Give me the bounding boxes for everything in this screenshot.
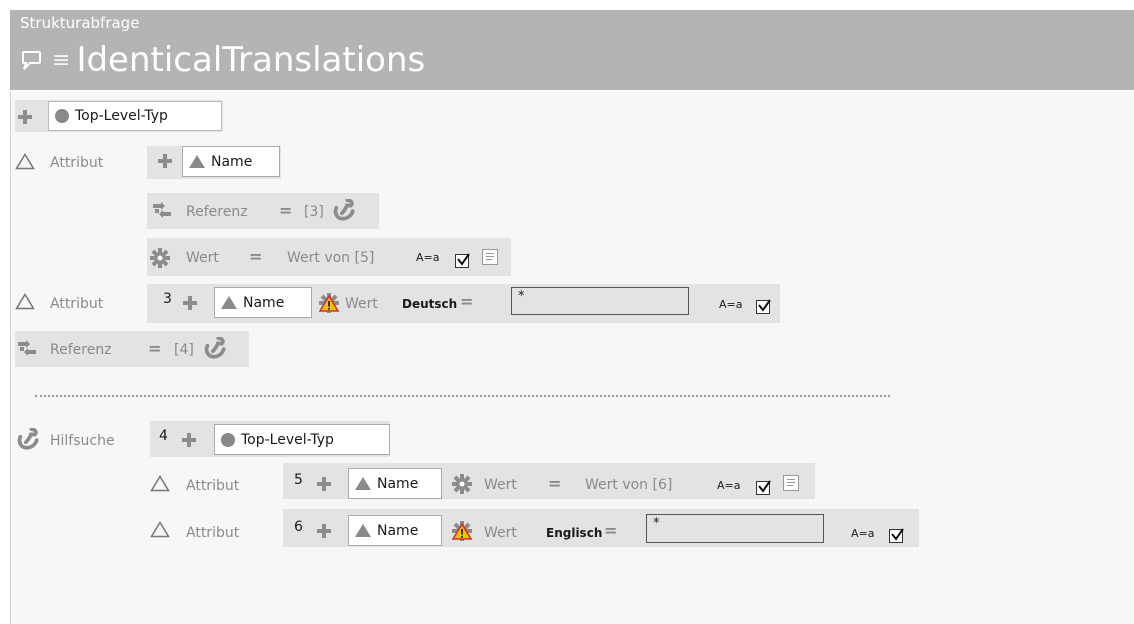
query-header: Strukturabfrage ≡ IdenticalTranslations xyxy=(10,10,1134,90)
query-icon[interactable] xyxy=(20,49,42,71)
anchor-icon xyxy=(16,428,40,450)
attr3-name-node[interactable]: Name xyxy=(348,468,442,499)
add-root-icon[interactable] xyxy=(18,110,32,124)
hilfsuche-label: Hilfsuche xyxy=(50,433,115,449)
ref2-target[interactable]: [4] xyxy=(174,342,194,358)
add-attr4-icon[interactable] xyxy=(317,524,331,538)
attr2-name-node[interactable]: Name xyxy=(214,287,312,318)
attr3-equals: = xyxy=(548,474,562,493)
attr1-name-node[interactable]: Name xyxy=(182,146,280,177)
hilf-type-node[interactable]: Top-Level-Typ xyxy=(214,424,390,455)
gear-icon xyxy=(150,248,170,268)
name-triangle-icon xyxy=(355,524,371,537)
ref1-equals: = xyxy=(279,201,293,220)
menu-icon[interactable]: ≡ xyxy=(52,48,70,73)
ref2-label: Referenz xyxy=(50,342,112,358)
attr3-number: 5 xyxy=(294,472,303,488)
attr1-label: Attribut xyxy=(50,155,104,171)
document-icon[interactable] xyxy=(482,249,498,265)
ref1-target[interactable]: [3] xyxy=(304,204,324,220)
add-attr1-icon[interactable] xyxy=(158,154,172,168)
attr4-language[interactable]: Englisch xyxy=(546,526,602,540)
attr4-wert: Wert xyxy=(484,525,517,541)
reference-icon xyxy=(17,340,37,358)
attribute-triangle-icon xyxy=(15,153,35,170)
reference-icon xyxy=(152,202,172,220)
anchor-icon[interactable] xyxy=(203,337,227,359)
attr4-case: A=a xyxy=(851,527,875,540)
attr4-case-checkbox[interactable] xyxy=(889,529,903,543)
ref1-label: Referenz xyxy=(186,204,248,220)
warning-gear-icon xyxy=(319,293,339,313)
hilf-number: 4 xyxy=(159,428,168,444)
name-triangle-icon xyxy=(189,155,205,168)
attr2-label: Attribut xyxy=(50,296,104,312)
attr4-name-label: Name xyxy=(377,522,419,539)
attr2-value-field[interactable]: * xyxy=(511,287,689,315)
add-hilf-icon[interactable] xyxy=(182,433,196,447)
attr2-case-checkbox[interactable] xyxy=(756,300,770,314)
page-title-row: ≡ IdenticalTranslations xyxy=(20,40,425,80)
attr1-name-label: Name xyxy=(211,153,253,170)
page-title: IdenticalTranslations xyxy=(76,40,426,80)
attr2-wert: Wert xyxy=(345,296,378,312)
attr3-source[interactable]: Wert von [6] xyxy=(585,477,672,493)
anchor-icon[interactable] xyxy=(332,199,356,221)
separator xyxy=(35,395,890,398)
add-attr3-icon[interactable] xyxy=(317,477,331,491)
ref2-equals: = xyxy=(148,339,162,358)
attr4-equals: = xyxy=(604,521,618,540)
type-circle-icon xyxy=(55,109,69,123)
wert1-case: A=a xyxy=(416,251,440,264)
attr3-name-label: Name xyxy=(377,475,419,492)
add-attr2-icon[interactable] xyxy=(183,296,197,310)
type-circle-icon xyxy=(221,432,235,447)
attr4-label: Attribut xyxy=(186,525,240,541)
attr2-name-label: Name xyxy=(243,294,285,311)
attr2-number: 3 xyxy=(163,291,172,307)
attr3-case: A=a xyxy=(717,479,741,492)
document-icon[interactable] xyxy=(783,475,799,491)
canvas-border xyxy=(10,92,11,624)
attr3-label: Attribut xyxy=(186,478,240,494)
attr2-case: A=a xyxy=(719,298,743,311)
attribute-triangle-icon xyxy=(150,475,170,492)
attr3-case-checkbox[interactable] xyxy=(756,481,770,495)
wert1-equals: = xyxy=(249,247,263,266)
name-triangle-icon xyxy=(221,296,237,309)
attr2-equals: = xyxy=(460,292,474,311)
warning-gear-icon xyxy=(452,521,472,541)
wert1-source[interactable]: Wert von [5] xyxy=(287,250,374,266)
page-subtitle: Strukturabfrage xyxy=(20,14,140,32)
root-type-label: Top-Level-Typ xyxy=(75,108,168,124)
attr3-wert: Wert xyxy=(484,477,517,493)
gear-icon xyxy=(452,474,472,494)
wert1-label: Wert xyxy=(186,250,219,266)
attr4-value-field[interactable]: * xyxy=(646,514,824,543)
attribute-triangle-icon xyxy=(15,293,35,310)
attribute-triangle-icon xyxy=(150,521,170,538)
root-type-node[interactable]: Top-Level-Typ xyxy=(48,101,222,131)
attr2-language[interactable]: Deutsch xyxy=(402,297,457,311)
wert1-case-checkbox[interactable] xyxy=(455,254,469,268)
attr4-name-node[interactable]: Name xyxy=(348,515,442,546)
name-triangle-icon xyxy=(355,477,371,490)
attr4-number: 6 xyxy=(294,519,303,535)
hilf-type-label: Top-Level-Typ xyxy=(241,431,334,448)
